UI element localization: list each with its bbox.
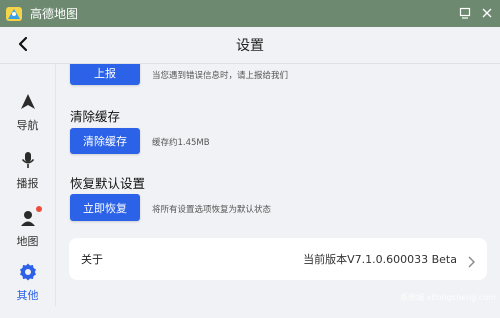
restore-now-button[interactable]: 立即恢复 [70, 194, 140, 221]
reset-defaults-title: 恢复默认设置 [70, 176, 146, 191]
settings-content: 上报 当您遇到错误信息时，请上报给我们 清除缓存 清除缓存 缓存约1.45MB … [56, 64, 500, 306]
sidebar-item-other[interactable]: 其他 [0, 260, 55, 318]
amap-logo-icon [5, 5, 23, 23]
report-button[interactable]: 上报 [70, 64, 140, 85]
clear-cache-title: 清除缓存 [70, 109, 121, 124]
close-window-icon[interactable] [480, 5, 494, 19]
microphone-icon [18, 150, 38, 170]
sidebar-item-label: 地图 [16, 235, 39, 248]
version-label: 当前版本V7.1.0.600033 Beta [303, 253, 457, 266]
window-title: 高德地图 [30, 7, 79, 21]
map-user-icon [18, 206, 42, 228]
sidebar-item-label: 播报 [16, 177, 39, 190]
report-description: 当您遇到错误信息时，请上报给我们 [152, 71, 289, 81]
cache-size-label: 缓存约1.45MB [152, 138, 210, 148]
gear-icon [18, 262, 38, 282]
restore-window-icon[interactable] [458, 5, 472, 19]
sidebar-item-label: 其他 [16, 289, 39, 302]
watermark: 系统城 xitongcheng.com [400, 293, 496, 302]
sidebar-item-label: 导航 [16, 119, 39, 132]
sidebar-item-broadcast[interactable]: 播报 [0, 148, 55, 206]
notification-badge [35, 206, 42, 212]
page-title: 设置 [236, 38, 264, 54]
chevron-right-icon [467, 253, 475, 268]
sidebar: 导航 播报 地图 其他 [0, 64, 56, 306]
about-row[interactable]: 关于 当前版本V7.1.0.600033 Beta [69, 238, 487, 280]
sidebar-item-navigation[interactable]: 导航 [0, 90, 55, 148]
about-label: 关于 [81, 253, 103, 266]
window-titlebar: 高德地图 [0, 0, 500, 27]
reset-description: 将所有设置选项恢复为默认状态 [152, 205, 272, 215]
navigation-arrow-icon [18, 92, 38, 112]
page-header: 设置 [0, 27, 500, 64]
clear-cache-button[interactable]: 清除缓存 [70, 128, 140, 154]
sidebar-item-map[interactable]: 地图 [0, 206, 55, 264]
